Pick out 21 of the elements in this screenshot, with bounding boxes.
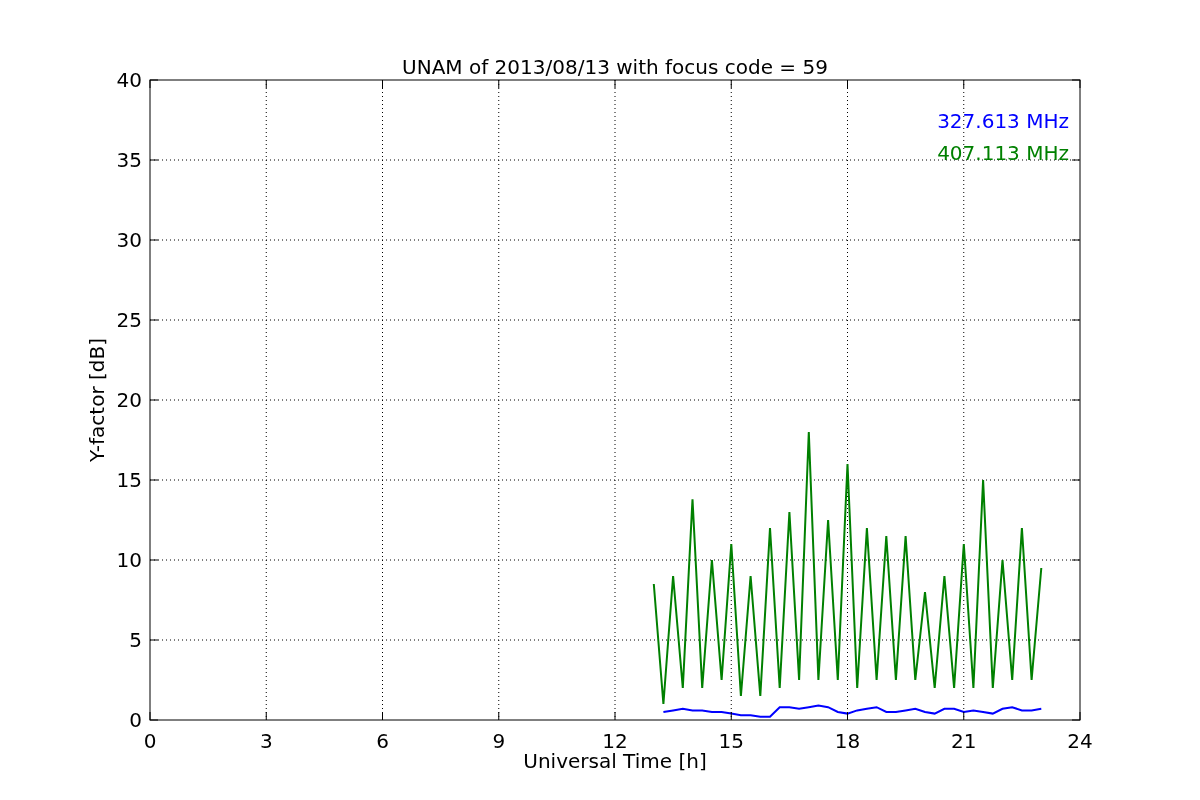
legend-label: 407.113 MHz bbox=[937, 141, 1069, 165]
y-tick-label: 0 bbox=[129, 708, 142, 732]
y-tick-label: 5 bbox=[129, 628, 142, 652]
y-tick-label: 40 bbox=[116, 68, 142, 92]
x-tick-label: 24 bbox=[1067, 729, 1093, 753]
y-tick-label: 10 bbox=[116, 548, 142, 572]
y-tick-label: 20 bbox=[116, 388, 142, 412]
x-tick-label: 18 bbox=[834, 729, 861, 753]
x-tick-label: 15 bbox=[718, 729, 744, 753]
y-tick-label: 30 bbox=[116, 228, 142, 252]
y-tick-label: 25 bbox=[116, 308, 142, 332]
x-tick-label: 6 bbox=[376, 729, 389, 753]
y-tick-label: 15 bbox=[116, 468, 142, 492]
y-axis-label: Y-factor [dB] bbox=[85, 338, 109, 462]
x-tick-label: 0 bbox=[143, 729, 157, 753]
legend-label: 327.613 MHz bbox=[937, 109, 1069, 133]
y-tick-label: 35 bbox=[116, 148, 142, 172]
x-tick-label: 3 bbox=[259, 729, 273, 753]
chart-title: UNAM of 2013/08/13 with focus code = 59 bbox=[402, 55, 828, 79]
x-tick-label: 21 bbox=[951, 729, 977, 753]
x-tick-label: 9 bbox=[492, 729, 506, 753]
